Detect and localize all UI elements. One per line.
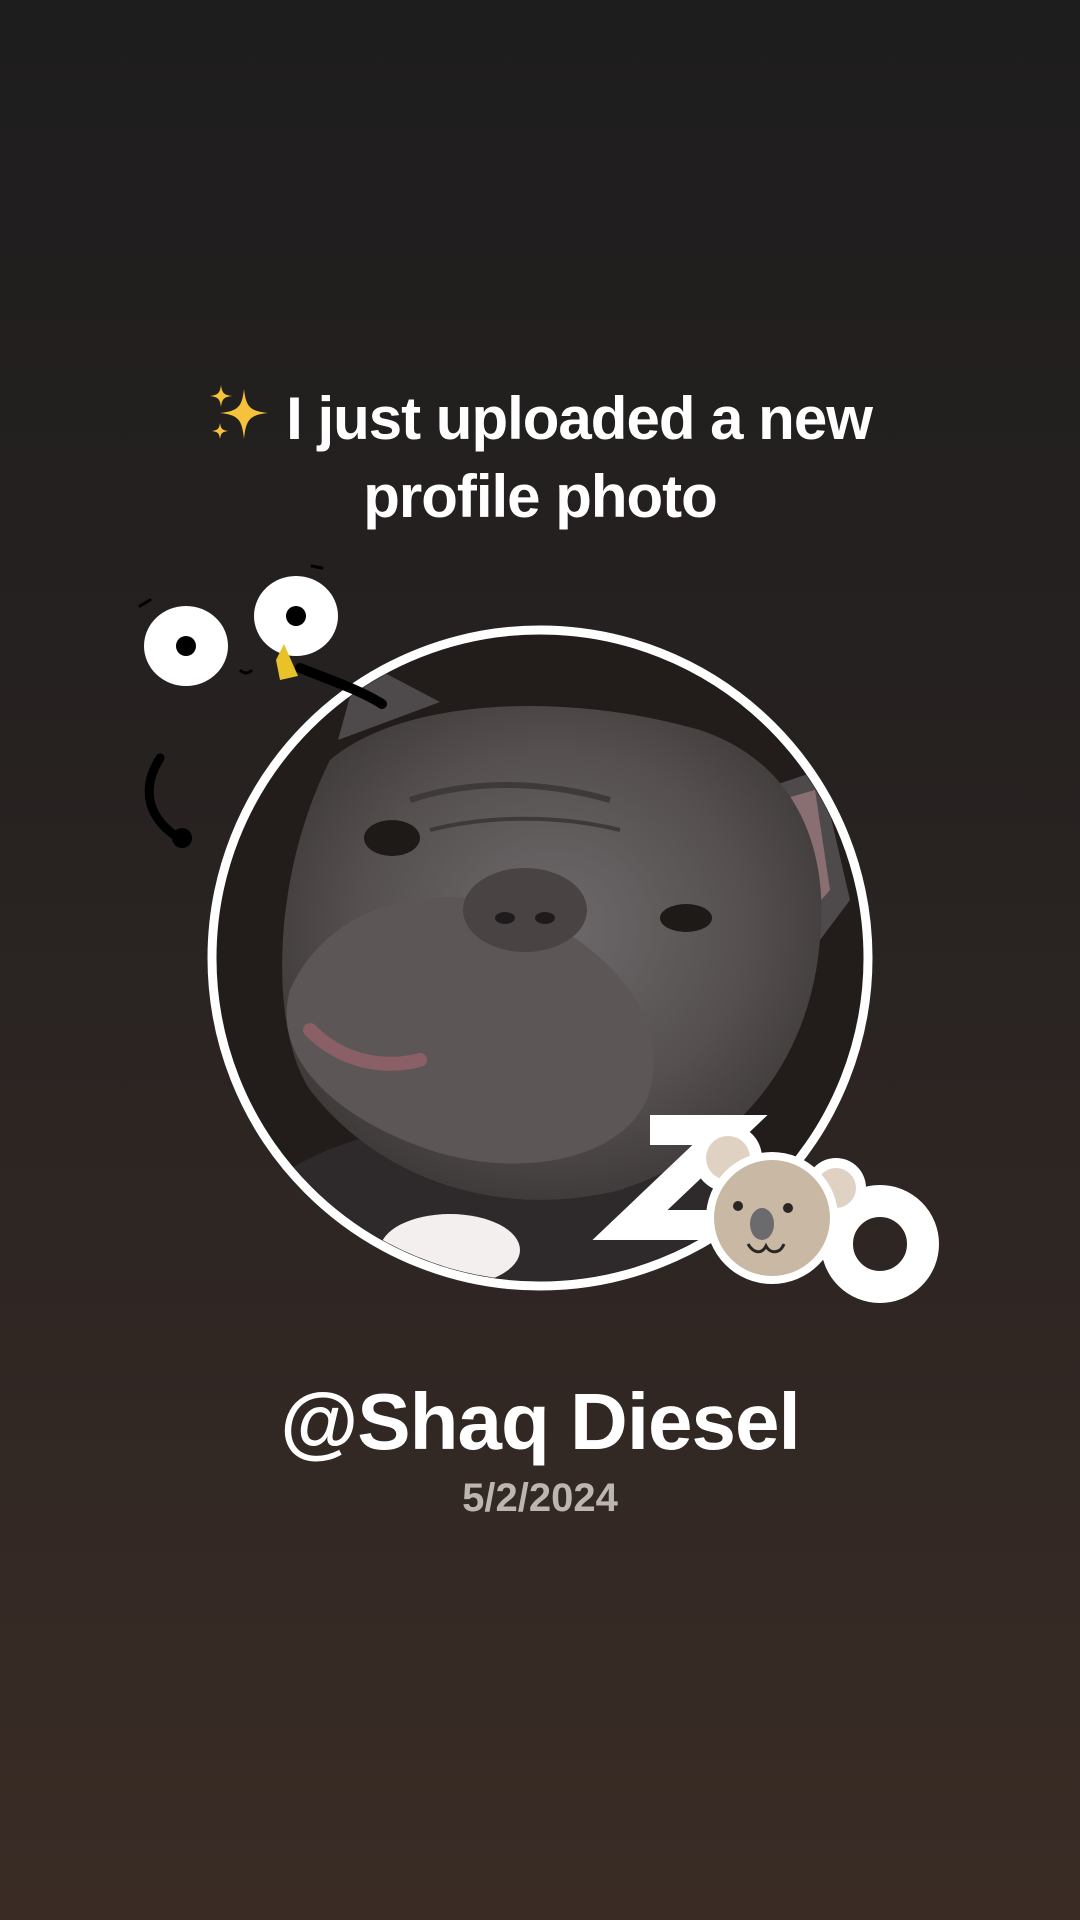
profile-card-art <box>138 564 939 1303</box>
profile-handle: @Shaq Diesel <box>280 1377 801 1466</box>
upload-date: 5/2/2024 <box>462 1476 618 1520</box>
